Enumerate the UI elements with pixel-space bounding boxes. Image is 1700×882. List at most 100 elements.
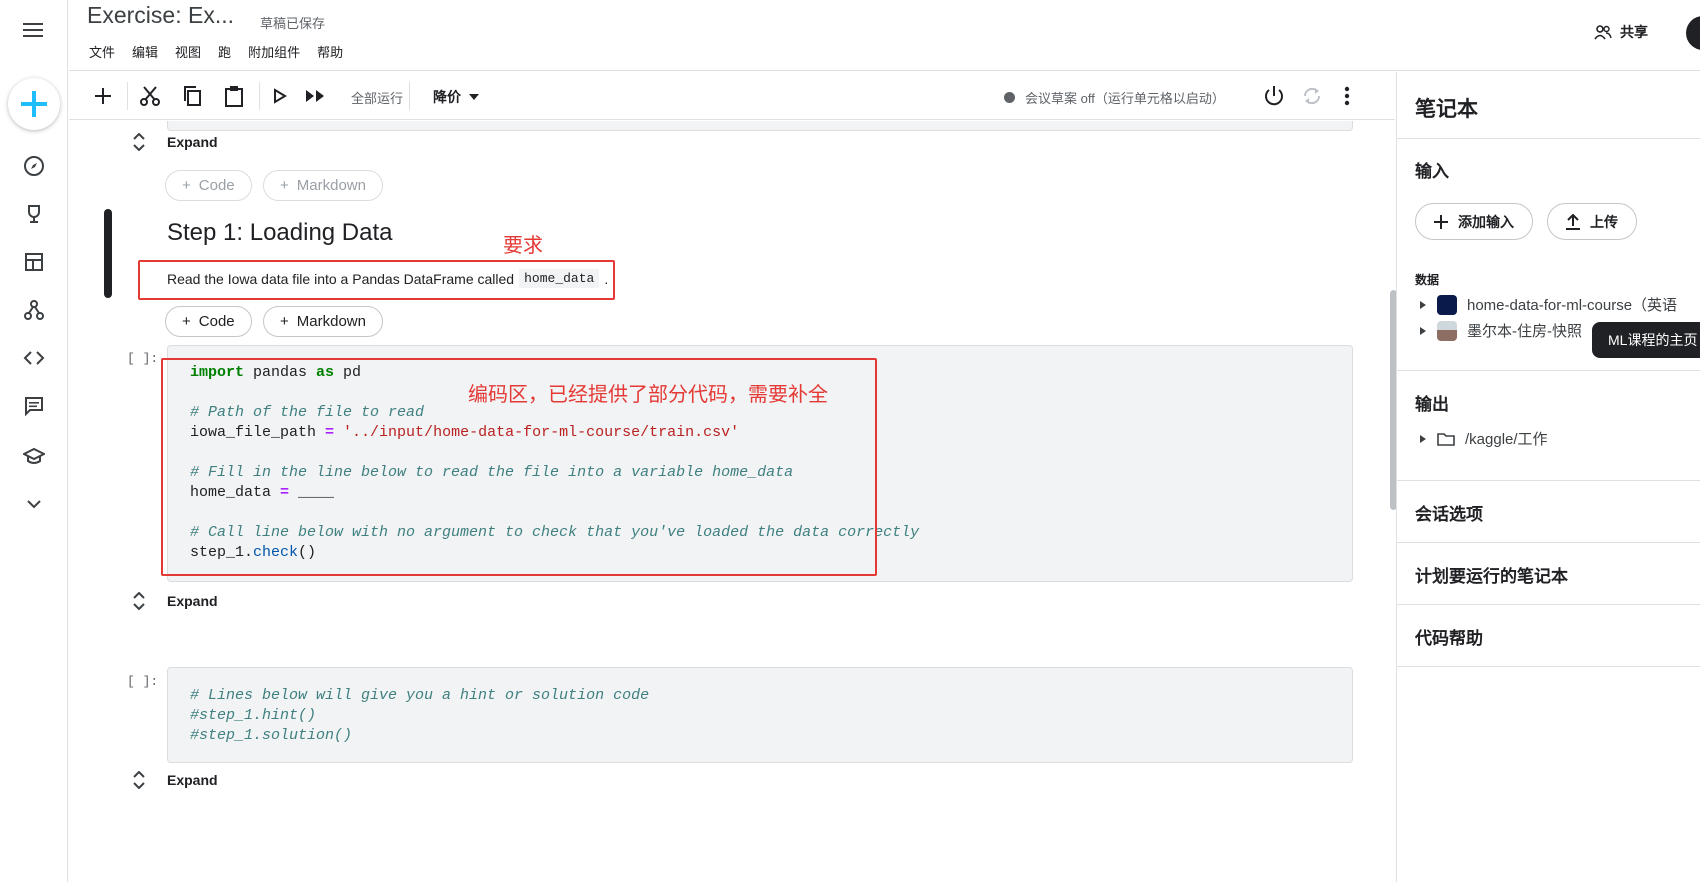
discussion-icon[interactable] xyxy=(20,392,48,420)
scheduled-notebook-title[interactable]: 计划要运行的笔记本 xyxy=(1415,562,1568,587)
hamburger-menu-icon[interactable] xyxy=(20,16,48,44)
expand-icon xyxy=(133,133,145,151)
plus-icon xyxy=(21,91,47,117)
dataset-item-1[interactable]: home-data-for-ml-course（英语 xyxy=(1419,294,1677,315)
run-all-icon[interactable] xyxy=(301,82,331,110)
add-code-button-1[interactable]: + Code xyxy=(165,170,252,201)
plus-icon: + xyxy=(182,177,191,194)
output-section-title[interactable]: 输出 xyxy=(1415,390,1449,415)
caret-right-icon[interactable] xyxy=(1419,434,1427,444)
people-icon xyxy=(1594,25,1612,40)
add-code-button-2[interactable]: + Code xyxy=(165,306,252,337)
plus-icon: + xyxy=(280,177,289,194)
expand-label: Expand xyxy=(167,134,218,150)
data-label: 数据 xyxy=(1415,273,1440,287)
dataset-tooltip: ML课程的主页 xyxy=(1592,322,1700,358)
run-cell-icon[interactable] xyxy=(265,82,295,110)
notebook-toolbar: 全部运行 降价 会议草案 off（运行单元格以启动） xyxy=(69,72,1395,120)
expand-label: Expand xyxy=(167,772,218,788)
expand-toggle-1[interactable]: Expand xyxy=(133,133,218,151)
expand-icon xyxy=(133,592,145,610)
more-vert-icon[interactable] xyxy=(1335,82,1359,110)
cell-prompt: [ ]: xyxy=(127,351,159,366)
annotation-code-area: 编码区，已经提供了部分代码，需要补全 xyxy=(468,384,828,406)
dataset-thumbnail xyxy=(1437,294,1457,315)
run-all-label[interactable]: 全部运行 xyxy=(351,88,403,107)
cut-icon[interactable] xyxy=(135,82,165,110)
upload-button[interactable]: 上传 xyxy=(1547,203,1637,240)
menu-file[interactable]: 文件 xyxy=(89,42,115,61)
cell-type-select[interactable]: 降价 xyxy=(433,87,479,107)
cell-type-value: 降价 xyxy=(433,89,461,105)
output-folder[interactable]: /kaggle/工作 xyxy=(1419,428,1548,449)
menu-run[interactable]: 跑 xyxy=(218,42,231,61)
menu-addons[interactable]: 附加组件 xyxy=(248,42,300,61)
add-markdown-button-2[interactable]: + Markdown xyxy=(263,306,383,337)
expand-label: Expand xyxy=(167,593,218,609)
dataset-item-2[interactable]: 墨尔本-住房-快照 xyxy=(1419,320,1582,341)
plus-icon: + xyxy=(280,313,289,330)
expand-toggle-3[interactable]: Expand xyxy=(133,771,218,789)
refresh-icon[interactable] xyxy=(1297,82,1327,110)
create-new-button[interactable] xyxy=(8,78,60,130)
sidebar-title: 笔记本 xyxy=(1415,98,1478,121)
trophy-icon[interactable] xyxy=(20,200,48,228)
add-code-label: Code xyxy=(198,177,235,194)
code-icon[interactable] xyxy=(20,344,48,372)
menu-edit[interactable]: 编辑 xyxy=(132,42,158,61)
expand-toggle-2[interactable]: Expand xyxy=(133,592,218,610)
caret-right-icon[interactable] xyxy=(1419,300,1427,310)
code-help-title[interactable]: 代码帮助 xyxy=(1415,624,1483,649)
models-icon[interactable] xyxy=(20,296,48,324)
paste-icon[interactable] xyxy=(219,82,249,110)
notebook-title[interactable]: Exercise: Ex... xyxy=(87,2,234,29)
output-path: /kaggle/工作 xyxy=(1465,431,1548,448)
add-markdown-label: Markdown xyxy=(296,313,366,330)
code-cell-2[interactable]: # Lines below will give you a hint or so… xyxy=(167,667,1353,763)
add-input-button[interactable]: 添加输入 xyxy=(1415,203,1533,240)
previous-cell[interactable] xyxy=(167,121,1353,131)
input-section-title[interactable]: 输入 xyxy=(1415,157,1449,182)
dataset-name: 墨尔本-住房-快照 xyxy=(1467,323,1582,340)
cell-prompt: [ ]: xyxy=(127,674,159,689)
dataset-name: home-data-for-ml-course（英语 xyxy=(1467,297,1678,314)
add-cell-icon[interactable] xyxy=(89,82,117,110)
menu-bar: 文件 编辑 视图 跑 附加组件 帮助 xyxy=(89,42,343,61)
annotation-requirement: 要求 xyxy=(503,235,543,257)
add-markdown-button-1[interactable]: + Markdown xyxy=(263,170,383,201)
compass-icon[interactable] xyxy=(20,152,48,180)
notebook-sidebar: 笔记本 输入 添加输入 上传 数据 home-data-for-ml-cours… xyxy=(1396,72,1700,882)
share-button[interactable]: 共享 xyxy=(1594,22,1648,42)
avatar[interactable] xyxy=(1686,16,1700,50)
share-label: 共享 xyxy=(1620,24,1648,40)
add-markdown-label: Markdown xyxy=(296,177,366,194)
dataset-thumbnail xyxy=(1437,320,1457,341)
chevron-down-icon[interactable] xyxy=(20,490,48,518)
save-status: 草稿已保存 xyxy=(260,16,326,31)
power-icon[interactable] xyxy=(1259,82,1289,110)
menu-view[interactable]: 视图 xyxy=(175,42,201,61)
notebook-content: Expand + Code + Markdown Step 1: Loading D… xyxy=(69,121,1395,882)
folder-icon xyxy=(1437,432,1455,446)
caret-right-icon[interactable] xyxy=(1419,326,1427,336)
plus-icon: + xyxy=(182,313,191,330)
left-nav-rail xyxy=(0,0,68,882)
upload-icon xyxy=(1566,213,1580,230)
annotation-requirement-box xyxy=(138,260,615,300)
session-dot-icon xyxy=(1004,92,1015,103)
code-editor-2[interactable]: # Lines below will give you a hint or so… xyxy=(190,686,649,746)
session-status: 会议草案 off（运行单元格以启动） xyxy=(1004,88,1225,107)
markdown-heading: Step 1: Loading Data xyxy=(167,219,393,246)
table-icon[interactable] xyxy=(20,248,48,276)
selected-cell-indicator xyxy=(104,209,112,298)
copy-icon[interactable] xyxy=(177,82,207,110)
add-code-label: Code xyxy=(198,313,235,330)
menu-help[interactable]: 帮助 xyxy=(317,42,343,61)
session-status-text: 会议草案 off（运行单元格以启动） xyxy=(1025,91,1225,106)
add-input-label: 添加输入 xyxy=(1458,213,1514,230)
expand-icon xyxy=(133,771,145,789)
session-options-title[interactable]: 会话选项 xyxy=(1415,500,1483,525)
notebook-header: Exercise: Ex... 草稿已保存 文件 编辑 视图 跑 附加组件 帮助… xyxy=(69,0,1700,71)
caret-down-icon xyxy=(469,94,479,100)
learn-icon[interactable] xyxy=(20,442,48,470)
